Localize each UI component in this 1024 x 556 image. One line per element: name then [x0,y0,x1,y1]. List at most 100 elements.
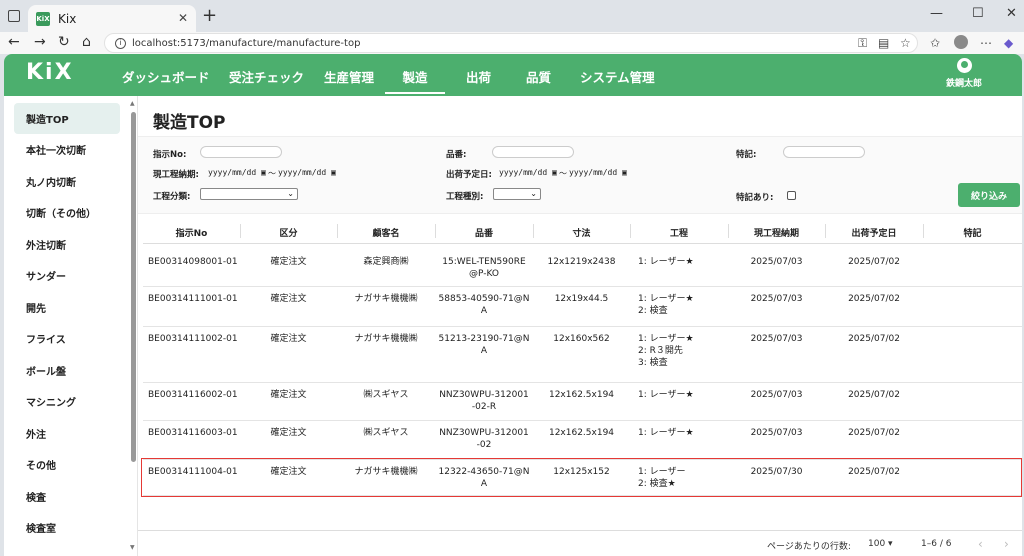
col-ship-date[interactable]: 出荷予定日 [825,226,923,239]
maximize-icon[interactable]: ☐ [972,6,984,21]
scroll-down-icon[interactable]: ▼ [130,544,135,551]
forward-icon[interactable]: → [34,34,46,50]
page-range: 1–6 / 6 [921,539,952,549]
sidebar-item-outsource-cut[interactable]: 外注切断 [14,229,120,260]
sidebar-item-manufacture-top[interactable]: 製造TOP [14,103,120,134]
favicon-icon: KiX [36,11,50,26]
filter-submit-button[interactable]: 絞り込み [958,183,1020,207]
cell-customer: ㈱スギヤス [363,390,409,400]
key-icon[interactable]: ⚿ [858,36,867,51]
cell-ship-date: 2025/07/02 [848,334,900,344]
cell-part: 15:WEL-TEN590RE @P-KO [442,257,526,279]
scroll-up-icon[interactable]: ▲ [130,100,135,107]
sidebar-item-inspection-room[interactable]: 検査室 [14,512,120,543]
sidebar-scrollbar[interactable]: ▲ ▼ [130,100,138,552]
app-logo[interactable]: KiX [26,60,74,85]
part-no-input[interactable] [492,146,574,158]
col-size[interactable]: 寸法 [533,226,630,239]
account-icon [956,58,972,73]
order-no-input[interactable] [200,146,282,158]
ship-date-from[interactable]: yyyy/mm/dd ▣ [499,168,557,177]
cell-kubun: 確定注文 [270,428,307,438]
calendar-icon[interactable]: ▣ [547,168,557,177]
col-kubun[interactable]: 区分 [240,226,337,239]
nav-shipping[interactable]: 出荷 [466,67,491,86]
copilot-icon[interactable]: ◆ [1004,36,1013,50]
rows-per-page-select[interactable]: 100 ▾ [868,539,893,549]
sidebar-item-sander[interactable]: サンダー [14,260,120,291]
nav-order-check[interactable]: 受注チェック [229,67,304,86]
url-field[interactable]: i localhost:5173/manufacture/manufacture… [104,33,918,53]
col-process[interactable]: 工程 [630,226,728,239]
user-menu[interactable]: 鉄鋼太郎 [934,58,994,89]
calendar-icon[interactable]: ▣ [617,168,627,177]
nav-production-mgmt[interactable]: 生産管理 [324,67,374,86]
sidebar-item-other[interactable]: その他 [14,449,120,480]
col-note[interactable]: 特記 [923,226,1022,239]
calendar-icon[interactable]: ▣ [326,168,336,177]
nav-system-mgmt[interactable]: システム管理 [580,67,655,86]
table-row[interactable]: BE00314111002-01 確定注文 ナガサキ機機㈱ 51213-23190-7… [143,327,1022,383]
back-icon[interactable]: ← [8,34,20,50]
table-row[interactable]: BE00314116003-01 確定注文 ㈱スギヤス NNZ30WPU-312001… [143,421,1022,460]
home-icon[interactable]: ⌂ [82,34,91,50]
col-due-date[interactable]: 現工程納期 [728,226,825,239]
top-navbar: KiX ダッシュボード 受注チェック 生産管理 製造 出荷 品質 システム管理 … [4,54,1022,96]
site-info-icon[interactable]: i [115,37,126,49]
sidebar-item-outsource[interactable]: 外注 [14,418,120,449]
browser-tabbar: KiX Kix ✕ + — ☐ ✕ [0,0,1024,32]
cell-ship-date: 2025/07/02 [848,428,900,438]
close-tab-icon[interactable]: ✕ [178,11,188,25]
col-order-no[interactable]: 指示No [143,226,240,239]
sidebar-item-machining[interactable]: マシニング [14,386,120,417]
cell-ship-date: 2025/07/02 [848,257,900,267]
due-date-sep: 〜 [268,169,276,178]
sidebar-scroll-thumb[interactable] [131,112,136,462]
nav-dashboard[interactable]: ダッシュボード [122,67,210,86]
prev-page-icon[interactable]: ‹ [978,537,983,551]
sidebar-item-inspection[interactable]: 検査 [14,481,120,512]
profile-avatar[interactable] [954,35,968,49]
col-customer[interactable]: 顧客名 [337,226,435,239]
sidebar-item-cut-other[interactable]: 切断（その他） [14,197,120,228]
table-row[interactable]: BE00314098001-01 確定注文 森定興商㈱ 15:WEL-TEN590RE… [143,250,1022,287]
calendar-icon[interactable]: ▣ [256,168,266,177]
sidebar-item-bevel[interactable]: 開先 [14,292,120,323]
cell-order-no: BE00314098001-01 [148,257,238,267]
cell-process: 1: レーザー★ 2: 検査 [638,294,694,316]
more-icon[interactable]: ⋯ [980,36,992,50]
process-type-select[interactable]: ⌄ [493,188,541,200]
cell-process: 1: レーザー★ [638,390,694,400]
close-window-icon[interactable]: ✕ [1006,6,1017,21]
cell-part: 58853-40590-71@N A [438,294,530,316]
nav-quality[interactable]: 品質 [526,67,551,86]
has-note-checkbox[interactable] [787,191,796,200]
cell-customer: 森定興商㈱ [363,257,409,267]
sidebar-item-honsha-cut[interactable]: 本社一次切断 [14,134,120,165]
browser-tab[interactable]: KiX Kix ✕ [28,5,196,32]
table-row[interactable]: BE00314116002-01 確定注文 ㈱スギヤス NNZ30WPU-312001… [143,383,1022,421]
sidebar-item-marunouchi-cut[interactable]: 丸ノ内切断 [14,166,120,197]
favorite-star-icon[interactable]: ☆ [900,36,911,50]
address-bar-row: ← → ↻ ⌂ i localhost:5173/manufacture/man… [0,32,1024,54]
new-tab-icon[interactable]: + [202,5,217,26]
app-window: KiX ダッシュボード 受注チェック 生産管理 製造 出荷 品質 システム管理 … [4,54,1022,556]
cell-kubun: 確定注文 [270,390,307,400]
cell-size: 12x1219x2438 [547,257,616,267]
sidebar-item-drill[interactable]: ボール盤 [14,355,120,386]
sidebar-item-milling[interactable]: フライス [14,323,120,354]
tab-actions-icon[interactable] [8,10,20,22]
ship-date-to[interactable]: yyyy/mm/dd ▣ [569,168,627,177]
note-input[interactable] [783,146,865,158]
next-page-icon[interactable]: › [1004,537,1009,551]
favorites-icon[interactable]: ✩ [930,36,940,50]
nav-manufacture[interactable]: 製造 [385,67,445,94]
col-part[interactable]: 品番 [435,226,533,239]
due-date-to[interactable]: yyyy/mm/dd ▣ [278,168,336,177]
reader-icon[interactable]: ▤ [878,36,889,50]
due-date-from[interactable]: yyyy/mm/dd ▣ [208,168,266,177]
minimize-icon[interactable]: — [930,6,943,21]
process-class-select[interactable]: ⌄ [200,188,298,200]
table-row[interactable]: BE00314111001-01 確定注文 ナガサキ機機㈱ 58853-40590-7… [143,287,1022,327]
reload-icon[interactable]: ↻ [58,34,70,50]
